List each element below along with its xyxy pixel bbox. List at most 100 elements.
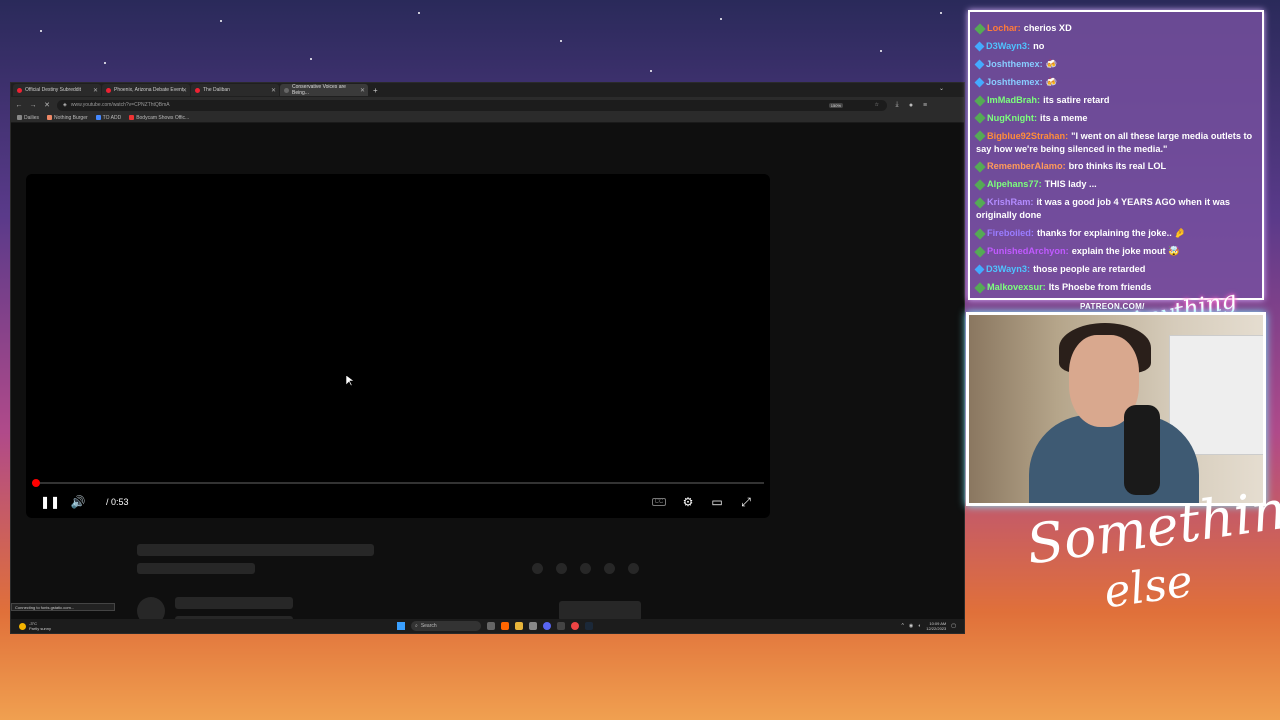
subscribe-placeholder [559,601,641,621]
progress-scrubber[interactable] [32,479,40,487]
tab-list-chevron-icon[interactable]: ⌄ [939,85,944,92]
action-placeholder [604,563,615,574]
action-placeholder [556,563,567,574]
video-player[interactable]: ❚❚ 🔊 / 0:53 CC ⚙ ▭ ⤢ [26,174,770,518]
chat-username[interactable]: D3Wayn3: [986,264,1030,274]
favicon-icon [47,114,53,120]
theater-icon[interactable]: ▭ [703,492,731,512]
chrome-icon[interactable] [571,622,579,630]
close-icon[interactable]: ✕ [271,87,276,94]
back-icon[interactable]: ← [15,102,23,109]
browser-window: Official Destiny Subreddit ✕ Phoenix, Ari… [10,82,965,634]
app-icon[interactable] [529,622,537,630]
extension-icon[interactable]: ● [907,102,915,109]
tab-daliban[interactable]: The Daliban ✕ [191,84,279,96]
download-icon[interactable]: ⤓ [893,101,901,109]
chevron-up-icon[interactable]: ^ [901,623,903,629]
chat-message: Bigblue92Strahan: "I went on all these la… [974,130,1256,155]
close-icon[interactable]: ✕ [360,87,365,94]
new-tab-button[interactable]: + [373,86,378,95]
menu-icon[interactable]: ≡ [921,102,929,109]
notification-icon[interactable]: ▢ [951,623,956,629]
bookmark-star-icon[interactable]: ☆ [875,102,879,108]
tab-phoenix-debate[interactable]: Phoenix, Arizona Debate Event ✕ [102,84,190,96]
chat-username[interactable]: ImMadBrah: [987,95,1040,105]
obs-icon[interactable] [557,622,565,630]
discord-icon[interactable] [543,622,551,630]
action-placeholder [580,563,591,574]
clock[interactable]: 10:09 AM 12/22/2023 [926,621,946,631]
webcam-feed [966,312,1266,506]
tab-strip: Official Destiny Subreddit ✕ Phoenix, Ari… [11,83,964,97]
chat-text: those people are retarded [1033,264,1146,274]
status-bar: Connecting to fonts.gstatic.com... [11,603,115,611]
chat-message: RememberAlamo: bro thinks its real LOL [974,160,1256,173]
reddit-icon [17,87,22,93]
close-icon[interactable]: ✕ [182,87,187,94]
chat-text: bro thinks its real LOL [1068,161,1167,172]
chat-username[interactable]: D3Wayn3: [986,41,1030,51]
chat-username[interactable]: PunishedArchyon: [987,246,1069,256]
subscriber-badge-icon [974,264,985,275]
windows-taskbar: -3°C Partly sunny ⌕ Search ^ ◉ ◐ 10:09 AM… [11,619,964,633]
chat-message: D3Wayn3: those people are retarded [974,263,1256,276]
chat-text: no [1033,40,1045,51]
bookmark-nothing-burger[interactable]: Nothing Burger [47,115,88,121]
title-placeholder [137,544,374,556]
channel-placeholder [175,597,293,609]
chat-message: KrishRam: it was a good job 4 YEARS AGO w… [974,196,1256,221]
chat-username[interactable]: Joshthemex: [986,77,1043,87]
steam-icon[interactable] [585,622,593,630]
subscriber-badge-icon [974,245,986,258]
subscriber-badge-icon [974,94,986,107]
chat-username[interactable]: KrishRam: [987,197,1033,207]
bookmark-dailies[interactable]: Dailies [17,115,39,121]
progress-bar[interactable] [32,479,764,487]
task-view-icon[interactable] [487,622,495,630]
captions-button[interactable]: CC [645,492,673,512]
file-explorer-icon[interactable] [515,622,523,630]
subscriber-badge-icon [974,112,986,125]
chat-text: thanks for explaining the joke.. 🤌 [1036,228,1186,239]
stop-loading-icon[interactable]: ✕ [43,101,51,109]
tab-destiny-subreddit[interactable]: Official Destiny Subreddit ✕ [13,84,101,96]
pause-icon[interactable]: ❚❚ [36,492,64,512]
browser-toolbar: ← → ✕ ◈ www.youtube.com/watch?v=CPNZThtQ… [11,97,964,113]
gear-icon[interactable]: ⚙ [674,492,702,512]
address-bar[interactable]: ◈ www.youtube.com/watch?v=CPNZThtQBmA 15… [57,99,887,111]
chat-text: its a meme [1040,112,1088,123]
windows-start-icon[interactable] [397,622,405,630]
weather-widget[interactable]: -3°C Partly sunny [19,621,51,631]
subscriber-badge-icon [974,77,985,88]
shield-icon: ◈ [63,102,67,108]
tab-conservative-voices[interactable]: Conservative Voices are Being... ✕ [280,84,368,96]
loading-icon [284,87,289,93]
close-icon[interactable]: ✕ [93,87,98,94]
firefox-icon[interactable] [501,622,509,630]
chat-username[interactable]: Joshthemex: [986,59,1043,69]
chat-username[interactable]: Alpehans77: [987,179,1042,189]
bookmark-bodycam[interactable]: Bodycam Shows Offic... [129,115,189,121]
fullscreen-icon[interactable]: ⤢ [732,492,760,512]
bookmarks-bar: Dailies Nothing Burger TO ADD Bodycam Sh… [11,113,964,123]
chat-username[interactable]: Bigblue92Strahan: [987,131,1068,141]
volume-tray-icon[interactable]: ◐ [918,623,921,629]
action-placeholder [532,563,543,574]
chat-text: THIS lady ... [1044,179,1097,190]
chat-username[interactable]: Fireboiled: [987,228,1034,238]
zoom-badge[interactable]: 150% [828,102,843,108]
taskbar-search[interactable]: ⌕ Search [411,621,481,631]
chat-message: Lochar: cherios XD [974,22,1256,35]
youtube-icon [106,87,111,93]
bookmark-to-add[interactable]: TO ADD [95,115,121,121]
chat-username[interactable]: Malkovexsur: [987,282,1046,292]
chat-message: ImMadBrah: its satire retard [974,94,1256,107]
forward-icon[interactable]: → [29,102,37,109]
chat-username[interactable]: Lochar: [987,23,1021,33]
time-display: / 0:53 [106,497,129,507]
chat-username[interactable]: NugKnight: [987,113,1037,123]
chat-username[interactable]: RememberAlamo: [987,161,1066,171]
network-icon[interactable]: ◉ [909,623,913,629]
chat-text: its satire retard [1043,94,1110,105]
volume-icon[interactable]: 🔊 [64,492,92,512]
